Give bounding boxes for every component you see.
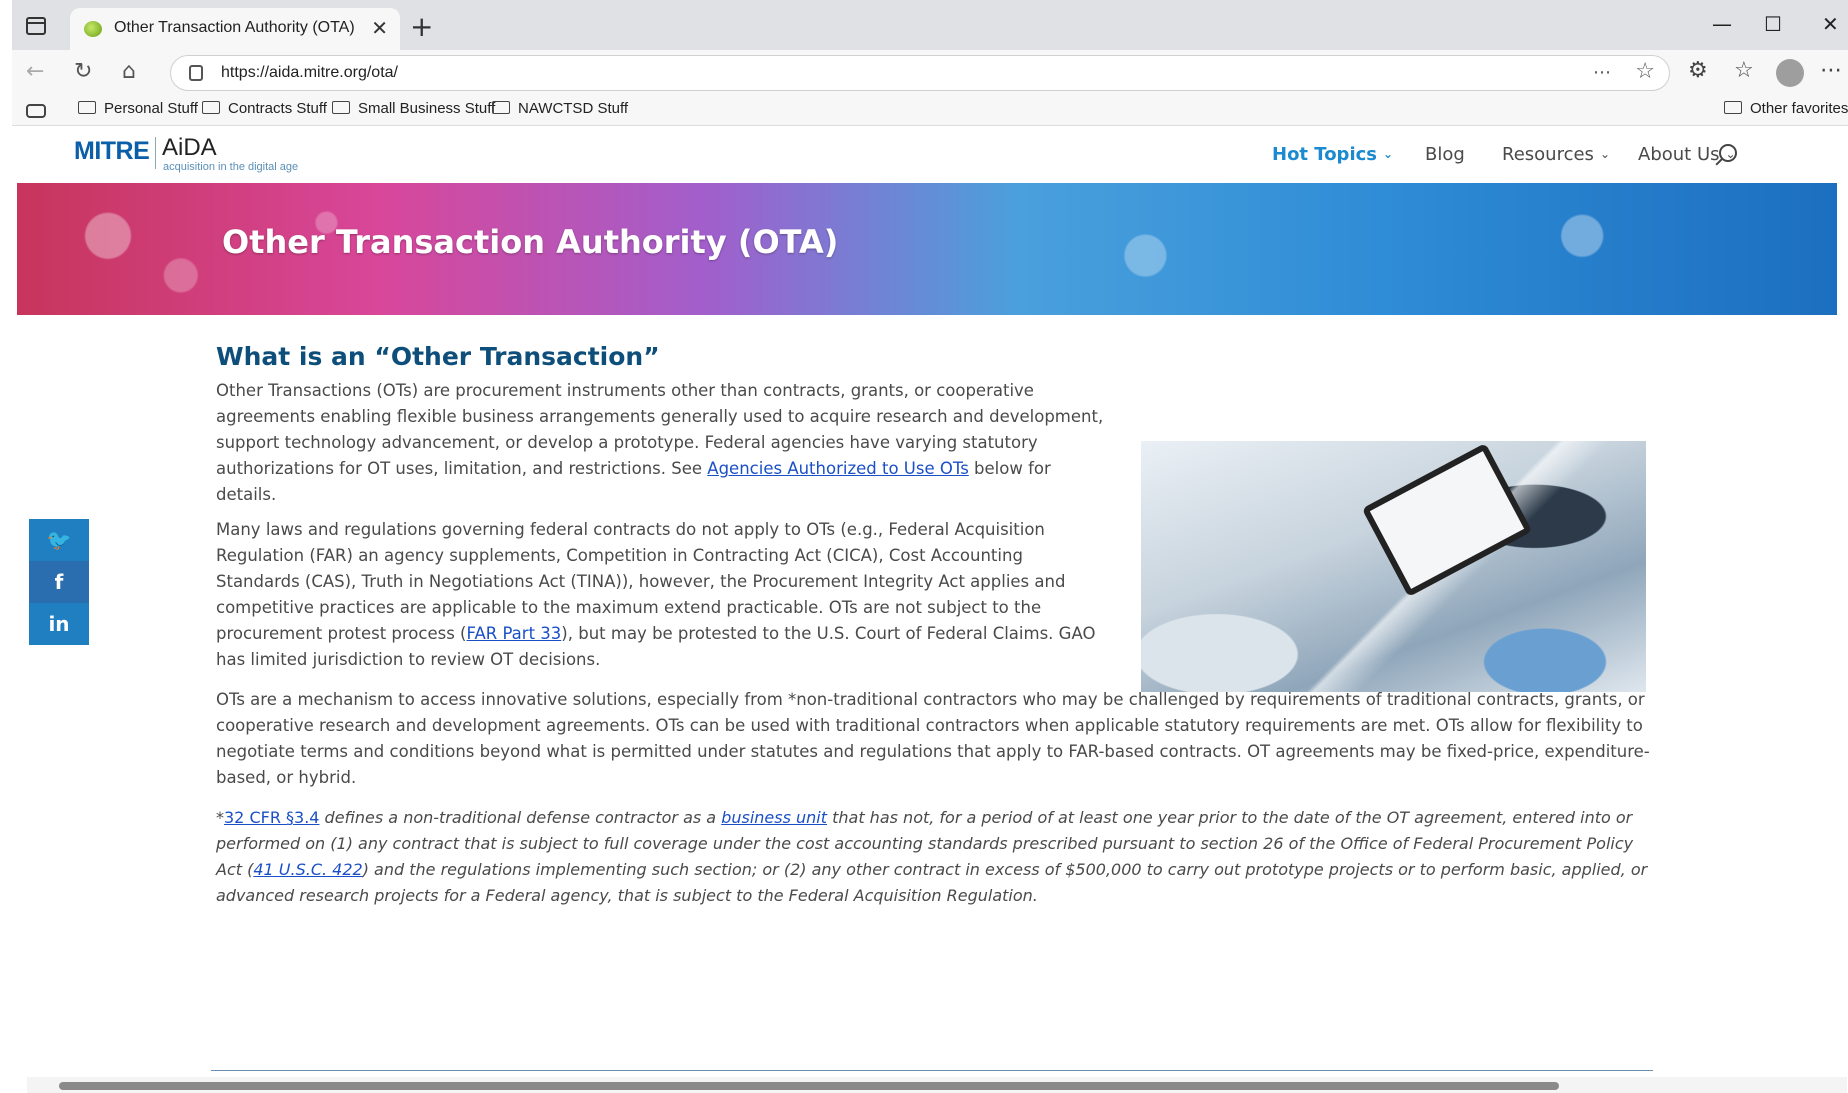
settings-menu-icon[interactable]: ⋯ [1820,58,1842,83]
reload-button[interactable]: ↻ [74,59,92,84]
bookmarks-bar: Personal Stuff Contracts Stuff Small Bus… [12,96,1848,126]
horizontal-scrollbar[interactable] [27,1077,1847,1093]
twitter-icon: 🐦 [46,528,72,552]
linkedin-share-button[interactable]: in [29,603,89,645]
address-bar[interactable]: https://aida.mitre.org/ota/ ⋯ ☆ [170,55,1670,91]
search-icon[interactable] [1719,144,1737,162]
lock-icon[interactable] [189,65,203,81]
far-part-33-link[interactable]: FAR Part 33 [467,624,562,643]
nav-hot-topics[interactable]: Hot Topics ⌄ [1272,144,1393,165]
mitre-logo[interactable]: MITRE [74,137,150,166]
bookmark-nawctsd-stuff[interactable]: NAWCTSD Stuff [492,100,628,117]
page-title: Other Transaction Authority (OTA) [222,223,839,261]
twitter-share-button[interactable]: 🐦 [29,519,89,561]
scrollbar-thumb[interactable] [59,1082,1559,1090]
bookmark-personal-stuff[interactable]: Personal Stuff [78,100,198,117]
folder-icon [202,101,220,114]
folder-icon [332,101,350,114]
facebook-icon: f [54,570,64,594]
folder-icon [78,101,96,114]
usc-link[interactable]: 41 U.S.C. 422 [253,860,362,879]
browser-window: Other Transaction Authority (OTA) ✕ + — … [12,0,1848,1093]
linkedin-icon: in [48,612,70,636]
close-window-button[interactable]: ✕ [1822,12,1839,36]
tab-actions-icon[interactable] [26,17,46,35]
extensions-icon[interactable]: ⚙ [1688,58,1708,83]
url-text[interactable]: https://aida.mitre.org/ota/ [221,64,398,82]
folder-icon [1724,101,1742,114]
logo-tagline: acquisition in the digital age [163,161,299,173]
hero-banner: Other Transaction Authority (OTA) [17,183,1837,315]
paragraph-mechanism: OTs are a mechanism to access innovative… [216,690,1650,787]
agencies-authorized-link[interactable]: Agencies Authorized to Use OTs [707,459,969,478]
folder-icon [492,101,510,114]
aida-logo[interactable]: AiDA [162,134,217,162]
new-tab-button[interactable]: + [410,10,433,43]
more-actions-icon[interactable]: ⋯ [1593,62,1611,83]
footnote-definition: *32 CFR §3.4 defines a non-traditional d… [216,808,1648,905]
logo-divider [155,137,156,169]
tab-title: Other Transaction Authority (OTA) [114,19,355,36]
business-unit-link[interactable]: business unit [721,808,827,827]
minimize-button[interactable]: — [1712,12,1732,36]
cfr-link[interactable]: 32 CFR §3.4 [224,808,319,827]
nav-blog[interactable]: Blog [1425,144,1465,165]
tab-active[interactable]: Other Transaction Authority (OTA) ✕ [70,8,400,50]
section-divider [211,1070,1653,1071]
tab-close-icon[interactable]: ✕ [371,16,388,40]
reading-list-icon[interactable] [26,104,46,118]
site-header: MITRE AiDA acquisition in the digital ag… [17,127,1837,183]
tab-bar: Other Transaction Authority (OTA) ✕ + — … [12,0,1848,50]
section-heading: What is an “Other Transaction” [216,342,660,371]
paragraph-laws: Many laws and regulations governing fede… [216,520,1096,669]
back-button[interactable]: ← [26,59,44,84]
bookmark-contracts-stuff[interactable]: Contracts Stuff [202,100,327,117]
nav-resources[interactable]: Resources ⌄ [1502,144,1610,165]
maximize-button[interactable]: ☐ [1764,12,1782,36]
favicon-icon [84,21,102,37]
profile-avatar[interactable] [1776,59,1804,87]
chevron-down-icon: ⌄ [1599,147,1610,161]
favorite-star-icon[interactable]: ☆ [1635,59,1655,84]
bookmark-small-business-stuff[interactable]: Small Business Stuff [332,100,495,117]
chevron-down-icon: ⌄ [1383,147,1394,161]
bookmark-other-favorites[interactable]: Other favorites [1724,100,1848,117]
favorites-icon[interactable]: ☆ [1734,58,1754,83]
home-button[interactable]: ⌂ [122,59,136,84]
facebook-share-button[interactable]: f [29,561,89,603]
browser-toolbar: ← ↻ ⌂ https://aida.mitre.org/ota/ ⋯ ☆ ⚙ … [12,50,1848,96]
paragraph-intro: Other Transactions (OTs) are procurement… [216,381,1104,504]
